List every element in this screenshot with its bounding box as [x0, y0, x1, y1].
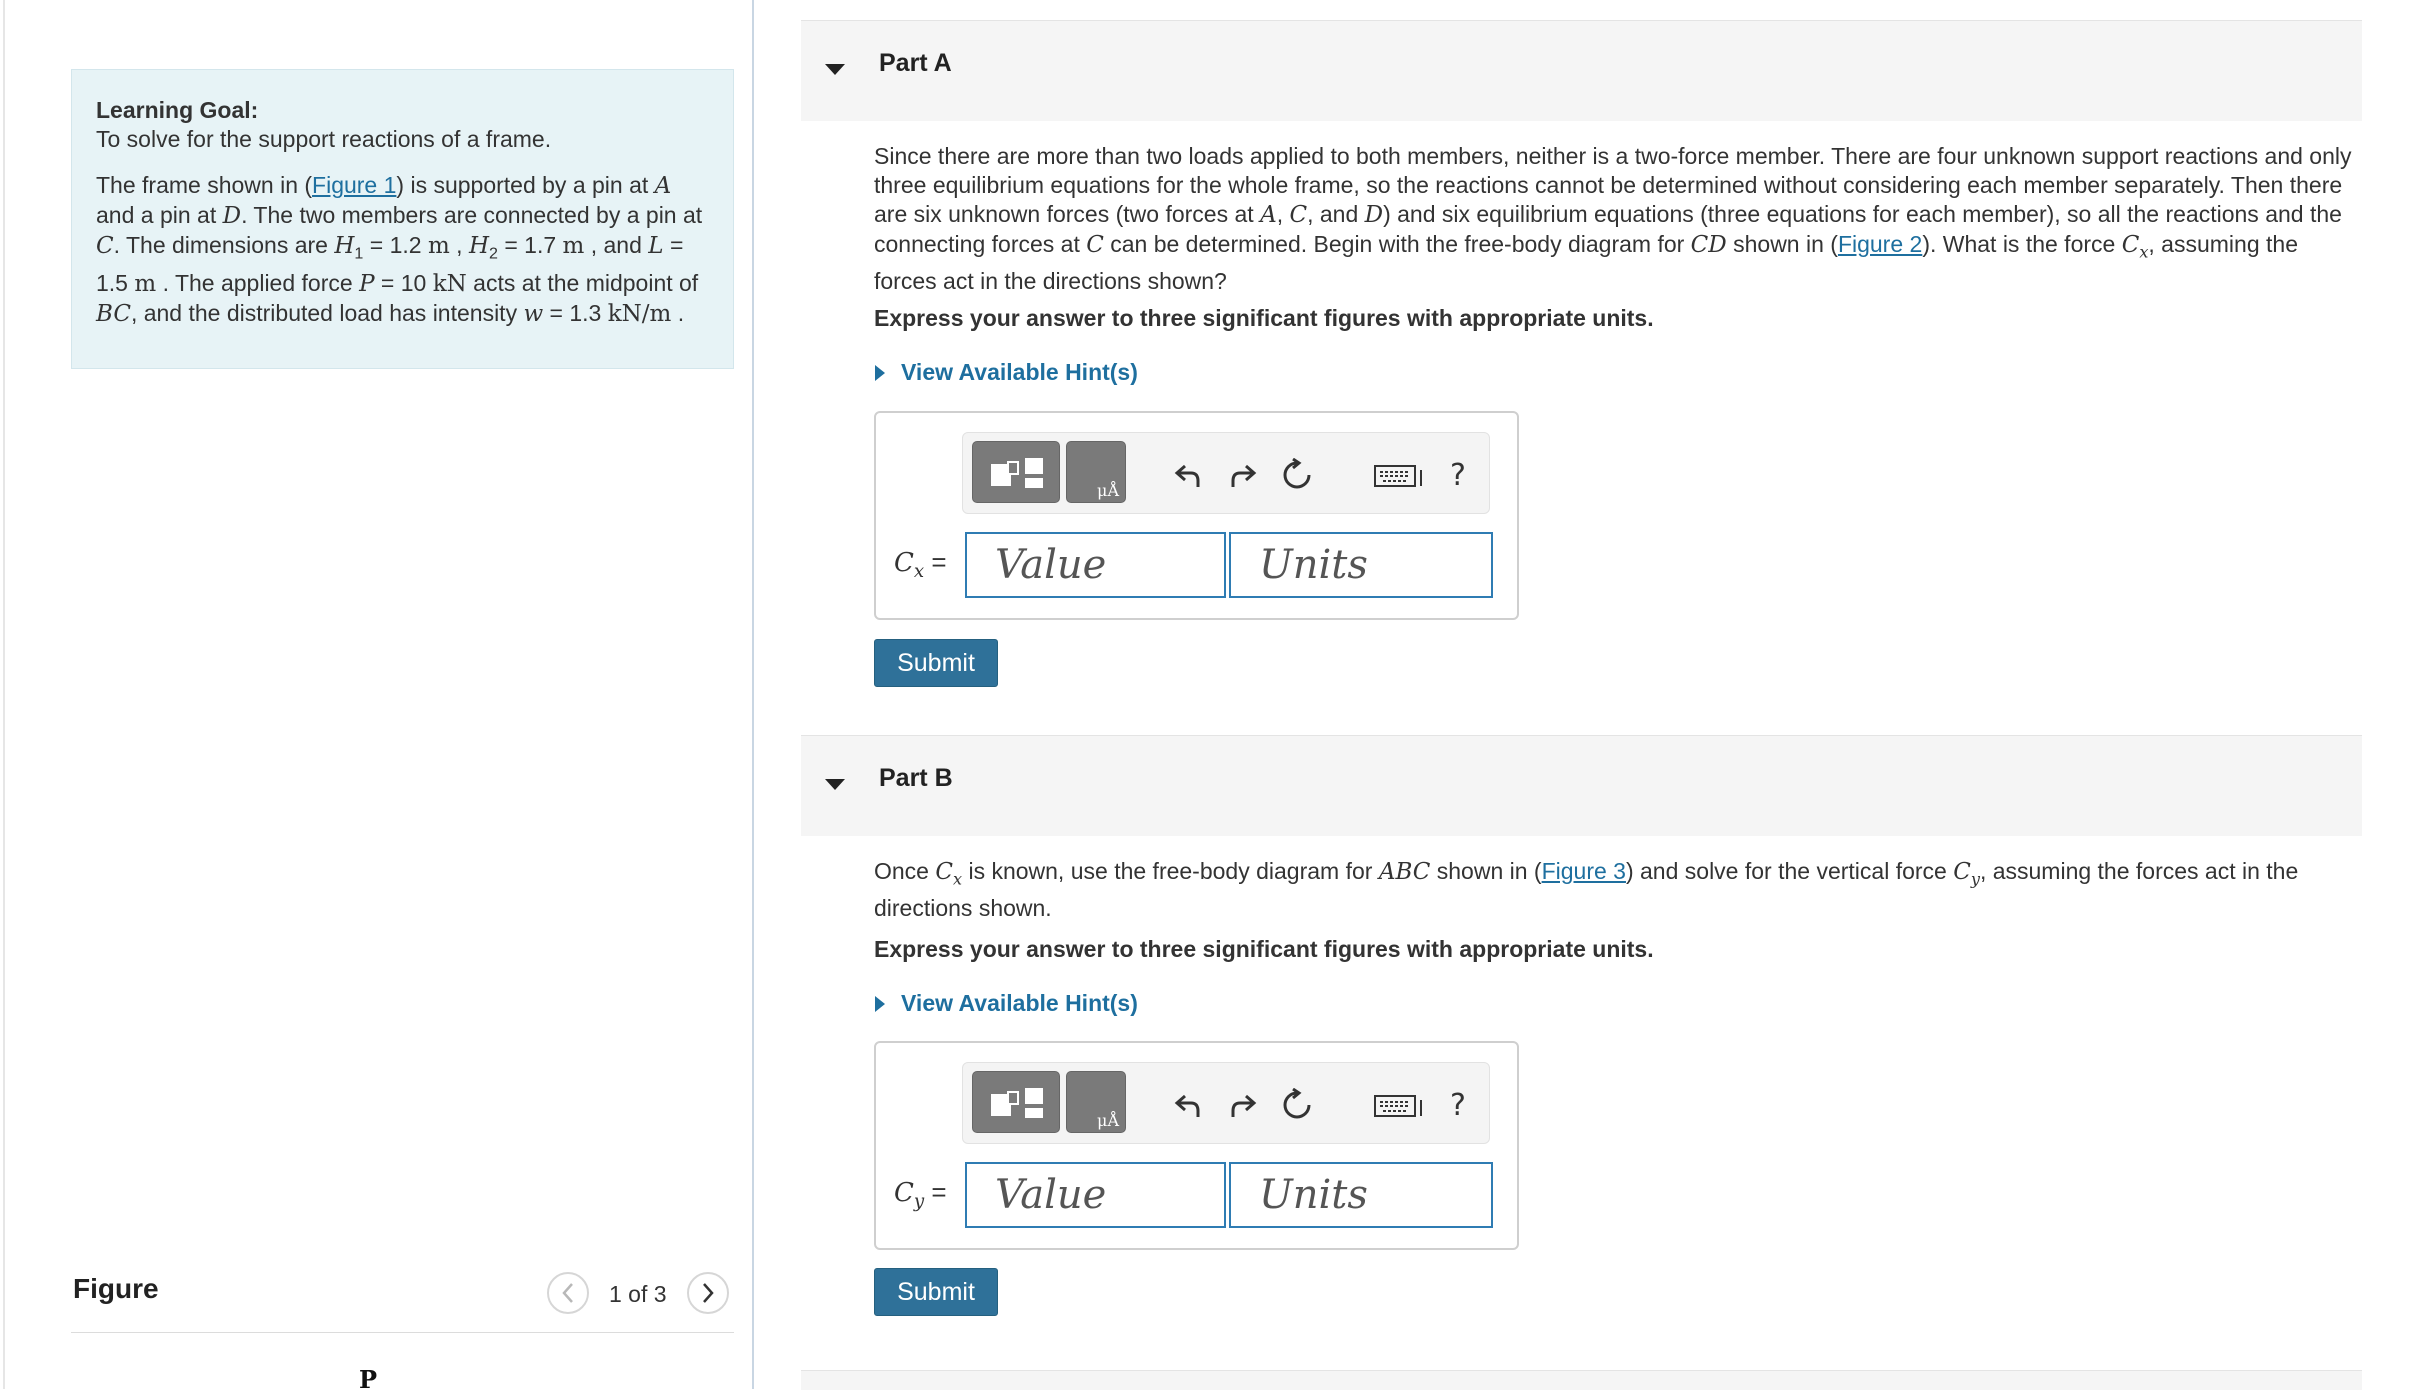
- templates-button[interactable]: [972, 441, 1060, 503]
- templates-button[interactable]: [972, 1071, 1060, 1133]
- part-b-instruction: Express your answer to three significant…: [874, 936, 1654, 962]
- symbols-button[interactable]: μÅ: [1066, 441, 1126, 503]
- part-b-hint-toggle[interactable]: View Available Hint(s): [874, 990, 1138, 1017]
- part-b-value-input[interactable]: [965, 1162, 1226, 1228]
- figure-header: Figure 1 of 3: [71, 1268, 734, 1333]
- learning-goal-box: Learning Goal: To solve for the support …: [71, 69, 734, 369]
- figure-3-link[interactable]: Figure 3: [1542, 858, 1626, 884]
- reset-button[interactable]: [1277, 1085, 1317, 1125]
- chevron-left-icon: [562, 1283, 573, 1303]
- keyboard-icon: [1374, 465, 1422, 487]
- help-button[interactable]: ?: [1438, 455, 1478, 495]
- part-b-units-input[interactable]: [1229, 1162, 1493, 1228]
- part-a-value-input[interactable]: [965, 532, 1226, 598]
- figure-2-link[interactable]: Figure 2: [1838, 231, 1922, 257]
- math-toolbar: μÅ ?: [962, 1062, 1490, 1144]
- part-b-prompt: Once Cx is known, use the free-body diag…: [874, 858, 2299, 921]
- undo-icon: [1174, 1094, 1200, 1117]
- part-b-variable-label: Cy =: [894, 1177, 947, 1213]
- help-button[interactable]: ?: [1438, 1085, 1478, 1125]
- part-b-hint-label: View Available Hint(s): [901, 990, 1138, 1016]
- undo-button[interactable]: [1168, 1085, 1208, 1125]
- redo-icon: [1231, 1094, 1257, 1117]
- part-a-submit-button[interactable]: Submit: [874, 639, 998, 687]
- redo-icon: [1231, 464, 1257, 487]
- templates-icon: [991, 1088, 1043, 1118]
- part-a-hint-toggle[interactable]: View Available Hint(s): [874, 359, 1138, 386]
- keyboard-button[interactable]: [1371, 455, 1427, 495]
- undo-icon: [1174, 464, 1200, 487]
- keyboard-button[interactable]: [1371, 1085, 1427, 1125]
- part-a-prompt: Since there are more than two loads appl…: [874, 143, 2352, 294]
- symbols-button[interactable]: μÅ: [1066, 1071, 1126, 1133]
- figure-page-indicator: 1 of 3: [609, 1281, 667, 1307]
- math-toolbar: μÅ ?: [962, 432, 1490, 514]
- reset-button[interactable]: [1277, 455, 1317, 495]
- part-a-answer-box: μÅ ? Cx =: [874, 411, 1519, 620]
- learning-goal-title: Learning Goal:: [96, 97, 259, 123]
- hint-triangle-icon: [875, 995, 885, 1012]
- symbols-icon: μÅ: [1097, 481, 1119, 500]
- figure-1-link[interactable]: Figure 1: [312, 172, 396, 198]
- symbols-icon: μÅ: [1097, 1111, 1119, 1130]
- templates-icon: [991, 458, 1043, 488]
- redo-button[interactable]: [1223, 1085, 1263, 1125]
- part-a-variable-label: Cx =: [894, 547, 947, 583]
- left-panel: Learning Goal: To solve for the support …: [3, 0, 754, 1394]
- part-b-title: Part B: [879, 764, 953, 792]
- figure-load-label: P: [359, 1365, 378, 1394]
- part-a-title: Part A: [879, 49, 952, 77]
- keyboard-icon: [1374, 1095, 1422, 1117]
- part-b-answer-box: μÅ ? Cy =: [874, 1041, 1519, 1250]
- learning-goal-subtitle: To solve for the support reactions of a …: [96, 126, 552, 152]
- undo-button[interactable]: [1168, 455, 1208, 495]
- collapse-caret-icon[interactable]: [825, 62, 845, 76]
- next-figure-button[interactable]: [687, 1272, 729, 1314]
- collapse-caret-icon[interactable]: [825, 777, 845, 791]
- redo-button[interactable]: [1223, 455, 1263, 495]
- part-a-header[interactable]: Part A: [801, 20, 2362, 121]
- part-b-header[interactable]: Part B: [801, 735, 2362, 836]
- part-a-hint-label: View Available Hint(s): [901, 359, 1138, 385]
- reset-icon: [1283, 1088, 1311, 1119]
- chevron-right-icon: [703, 1283, 714, 1303]
- part-a-instruction: Express your answer to three significant…: [874, 305, 1654, 331]
- next-part-header[interactable]: [801, 1370, 2362, 1390]
- reset-icon: [1283, 458, 1311, 489]
- hint-triangle-icon: [875, 364, 885, 381]
- part-b-submit-button[interactable]: Submit: [874, 1268, 998, 1316]
- figure-title: Figure: [73, 1273, 159, 1304]
- previous-figure-button[interactable]: [547, 1272, 589, 1314]
- part-a-units-input[interactable]: [1229, 532, 1493, 598]
- learning-goal-description: The frame shown in (Figure 1) is support…: [96, 172, 703, 327]
